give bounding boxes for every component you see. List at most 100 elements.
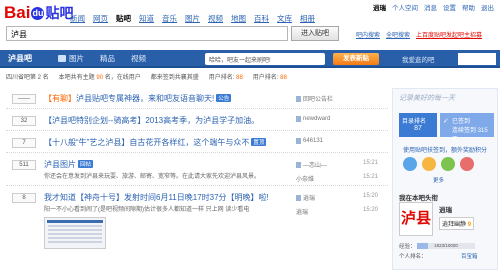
user-icon — [296, 194, 301, 201]
announcement-badge: 公告 — [216, 94, 232, 102]
tab-images-label: 图片 — [69, 54, 84, 63]
reply-count: 8 — [12, 193, 36, 203]
thread-author[interactable]: newdward — [296, 116, 330, 122]
thread-author[interactable]: —恋山— — [296, 160, 327, 169]
top-nav: 新闻 网页 贴吧 知道 音乐 图片 视频 地图 百科 文库 相册 — [70, 13, 315, 24]
reply-count: 511 — [12, 160, 36, 170]
baidu-tieba-logo[interactable]: Bai du 贴吧 — [4, 3, 73, 23]
reply-count: 7 — [12, 138, 36, 148]
nav-web[interactable]: 网页 — [93, 13, 108, 24]
user-icon — [296, 138, 301, 144]
app-icons — [403, 157, 474, 171]
settings-link[interactable]: 设置 — [443, 2, 456, 12]
nav-map[interactable]: 地图 — [231, 13, 246, 24]
my-info-heading: 我在本吧头衔 — [399, 195, 438, 202]
nav-tieba[interactable]: 贴吧 — [116, 13, 131, 24]
level-badge: 逍拜幽静 9 — [439, 217, 475, 230]
personal-space-link[interactable]: 个人空间 — [392, 2, 418, 12]
search-row: 泸县 进入贴吧 吧内搜索 全吧搜索 上百度贴吧发起吧主招募 — [4, 26, 500, 42]
nav-album[interactable]: 相册 — [300, 13, 315, 24]
nav-baike[interactable]: 百科 — [254, 13, 269, 24]
thread-title[interactable]: 【十八般“牛”艺之泸县】自古花开各样红，这个端午与众不 置顶 — [44, 137, 267, 148]
in-forum-search-link[interactable]: 吧内搜索 — [356, 30, 380, 39]
sidebar-username[interactable]: 逍瑞 — [439, 204, 452, 214]
image-badge: 回帖 — [78, 160, 94, 168]
sign-tip-link[interactable]: 使用贴吧扶签到，额外奖励积分 — [403, 145, 487, 154]
sign-rank-value: 87 — [414, 125, 422, 132]
nav-zhidao[interactable]: 知道 — [139, 13, 154, 24]
thread-list: —— 【有聊】泸县贴吧专属神器，来和吧友语音聊天! 公告 回吧公告栏 32 【泸县… — [6, 90, 388, 262]
last-reply-time: 15:20 — [363, 207, 379, 213]
enter-forum-button[interactable]: 进入贴吧 — [291, 26, 339, 41]
favorite-forums-label[interactable]: 我爱逛的吧 — [402, 54, 435, 64]
nav-video[interactable]: 视频 — [208, 13, 223, 24]
exp-value: 1923/10000 — [434, 243, 458, 248]
last-reply-user[interactable]: 逍瑞 — [296, 207, 308, 216]
search-input[interactable]: 泸县 — [6, 26, 288, 41]
thread-excerpt: 你还会在意发到泸县来玩耍、旅游、邮寄、宽窄等。在此请大家先欢迎泸县风景。 — [44, 174, 261, 180]
last-reply-time: 15:21 — [363, 174, 379, 180]
treasure-box-link[interactable]: 百宝箱 — [461, 252, 478, 260]
reply-count: 32 — [12, 116, 36, 126]
user-links: 逍瑞 个人空间 消息 设置 帮助 退出 — [373, 2, 494, 12]
thread-time: 15:21 — [363, 160, 379, 166]
tab-video-label: 视频 — [131, 54, 146, 63]
tab-featured-label: 精品 — [100, 54, 115, 63]
app-icon-4[interactable] — [460, 157, 474, 171]
forum-stats: 四川省吧第 2 名 本吧共有主题 90 名，在线用户 都来签到共襄其盛 用户排名… — [6, 72, 388, 84]
post-new-button[interactable]: 发表新贴 — [333, 53, 379, 65]
check-icon: ✓ — [443, 118, 449, 125]
last-reply-user[interactable]: 小奈维 — [296, 174, 314, 183]
thread-author[interactable]: 回吧公告栏 — [296, 94, 333, 103]
nav-news[interactable]: 新闻 — [70, 13, 85, 24]
thread-time: 15:20 — [363, 193, 379, 199]
user-icon — [296, 95, 301, 102]
thread-thumbnail[interactable] — [44, 217, 106, 249]
tab-images[interactable]: 图片 — [58, 53, 84, 64]
thread-row[interactable]: 8 我才知道【神舟十号】发射时间6月11日晚17时37分【明晚】啦! 逍瑞 15… — [6, 189, 388, 259]
thread-title[interactable]: 我才知道【神舟十号】发射时间6月11日晚17时37分【明晚】啦! — [44, 192, 269, 203]
signed-label: 已签到 — [452, 119, 471, 125]
tab-featured[interactable]: 精品 — [100, 53, 115, 64]
recruit-link[interactable]: 上百度贴吧发起吧主招募 — [416, 30, 482, 39]
favorite-forums-box[interactable] — [458, 53, 496, 65]
help-link[interactable]: 帮助 — [462, 2, 475, 12]
nav-music[interactable]: 音乐 — [162, 13, 177, 24]
message-link[interactable]: 消息 — [424, 2, 437, 12]
sign-rank-box[interactable]: 目录排名 87 — [399, 113, 437, 137]
nav-images[interactable]: 图片 — [185, 13, 200, 24]
exp-progress-bar: 1923/10000 — [417, 243, 475, 249]
all-forum-search-link[interactable]: 全吧搜索 — [386, 30, 410, 39]
app-icon-2[interactable] — [422, 157, 436, 171]
app-icon-1[interactable] — [403, 157, 417, 171]
nav-wenku[interactable]: 文库 — [277, 13, 292, 24]
forum-announcement[interactable]: 哈哈，吧友一起来刷吧! — [205, 53, 325, 65]
member-rank-label: 个人排名： — [399, 254, 427, 260]
username-link[interactable]: 逍瑞 — [373, 2, 386, 12]
paw-icon: du — [31, 7, 45, 20]
thread-row[interactable]: —— 【有聊】泸县贴吧专属神器，来和吧友语音聊天! 公告 回吧公告栏 — [6, 90, 388, 109]
thread-title[interactable]: 【泸县吧特别企划--骑高考】2013高考季，为泸县学子加油。 — [44, 115, 259, 126]
thread-row[interactable]: 511 泸县图片 回帖 —恋山— 15:21 你还会在意发到泸县来玩耍、旅游、邮寄… — [6, 156, 388, 186]
image-icon — [58, 55, 66, 62]
members-stat: 都来签到共襄其盛 — [150, 75, 199, 81]
logout-link[interactable]: 退出 — [481, 2, 494, 12]
reply-count: —— — [12, 94, 36, 104]
signed-in-button[interactable]: ✓ 已签到 连续签到 315 天 — [440, 113, 494, 143]
thread-row[interactable]: 32 【泸县吧特别企划--骑高考】2013高考季，为泸县学子加油。 newdwa… — [6, 112, 388, 131]
right-sidebar: 记录美好的每一天 目录排名 87 ✓ 已签到 连续签到 315 天 使用贴吧扶签… — [392, 88, 498, 270]
forum-name[interactable]: 泸县吧 — [8, 53, 32, 64]
forum-tabs: 图片 精品 视频 — [58, 53, 146, 64]
tab-video[interactable]: 视频 — [131, 53, 146, 64]
thread-author[interactable]: 逍瑞 — [296, 193, 315, 202]
pinned-badge: 置顶 — [251, 138, 267, 146]
thread-title[interactable]: 【有聊】泸县贴吧专属神器，来和吧友语音聊天! 公告 — [44, 93, 232, 104]
forum-avatar[interactable]: 泸县 — [399, 202, 433, 236]
user-icon — [296, 116, 301, 122]
thread-title[interactable]: 泸县图片 回帖 — [44, 159, 94, 170]
app-icon-3[interactable] — [441, 157, 455, 171]
more-link[interactable]: 更多 — [433, 176, 444, 184]
sidebar-slogan: 记录美好的每一天 — [399, 95, 455, 102]
thread-row[interactable]: 7 【十八般“牛”艺之泸县】自古花开各样红，这个端午与众不 置顶 646131 — [6, 134, 388, 153]
thread-author[interactable]: 646131 — [296, 138, 323, 144]
